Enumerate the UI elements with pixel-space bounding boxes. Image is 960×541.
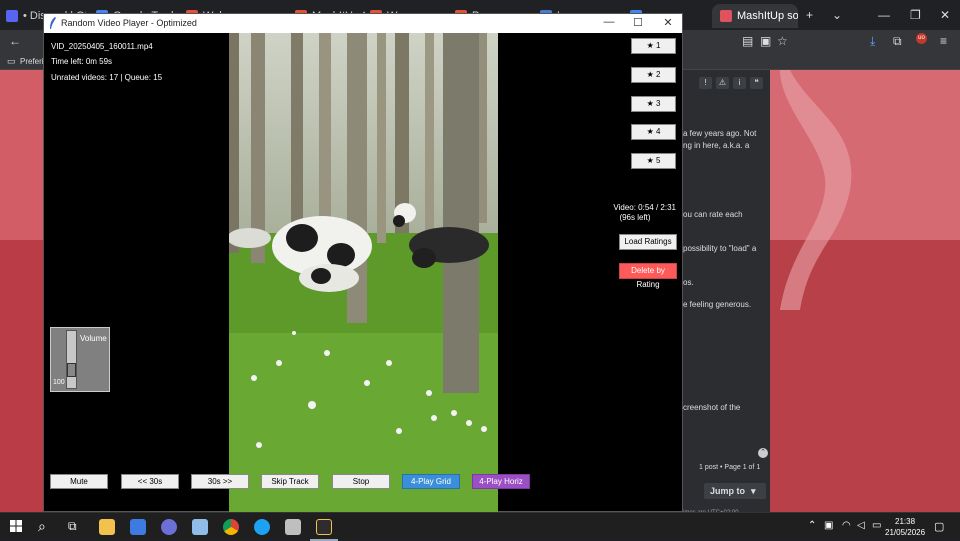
forum-text-line: possibility to "load" a: [683, 244, 757, 253]
volume-value: 100: [53, 379, 65, 386]
volume-label: Volume: [80, 334, 107, 343]
quote-icon[interactable]: ❝: [750, 77, 763, 89]
bookmark-star-icon[interactable]: ☆: [777, 34, 788, 48]
window-title: Random Video Player - Optimized: [61, 18, 197, 28]
chevron-down-icon: ▾: [751, 486, 756, 496]
download-icon[interactable]: ⤓: [870, 34, 875, 48]
rewind-30s-button[interactable]: << 30s: [121, 474, 179, 489]
chrome-icon[interactable]: [223, 519, 239, 535]
folder-icon: ▭: [7, 56, 16, 66]
python-app-icon[interactable]: [316, 519, 332, 535]
rate-3-button[interactable]: ★ 3: [631, 96, 676, 112]
pagination: 1 post • Page 1 of 1: [699, 464, 761, 471]
clock-time[interactable]: 21:38: [895, 517, 915, 526]
video-progress: Video: 0:54 / 2:31: [613, 203, 676, 212]
web-page-left-edge: [0, 70, 43, 512]
volume-panel: Volume 100: [50, 327, 110, 392]
forum-content: ! ⚠ i ❝ a few years ago. Not ng in here,…: [673, 70, 770, 516]
windows-taskbar: ⌕ ⧉ ⌃ ▣ ◠ ◁ ▭ 21:38 21/05/2026 ▢: [0, 512, 960, 541]
rate-4-button[interactable]: ★ 4: [631, 124, 676, 140]
media-player-icon[interactable]: [130, 519, 146, 535]
battery-icon[interactable]: ▭: [872, 520, 881, 531]
tab-search-icon[interactable]: ⌄: [832, 8, 842, 22]
screenshot-icon[interactable]: ▣: [760, 34, 771, 48]
mute-button[interactable]: Mute: [50, 474, 108, 489]
rate-2-button[interactable]: ★ 2: [631, 67, 676, 83]
forum-text-line: creenshot of the: [683, 403, 741, 412]
volume-slider-thumb[interactable]: [67, 363, 76, 377]
file-explorer-icon[interactable]: [99, 519, 115, 535]
search-icon[interactable]: ⌕: [38, 518, 46, 535]
rate-5-button[interactable]: ★ 5: [631, 153, 676, 169]
warn-icon[interactable]: ⚠: [716, 77, 729, 89]
forum-text-line: a few years ago. Not: [683, 129, 757, 138]
forward-30s-button[interactable]: 30s >>: [191, 474, 249, 489]
scroll-up-icon[interactable]: ⌃: [758, 448, 768, 458]
clock-date[interactable]: 21/05/2026: [885, 528, 925, 537]
video-player-window: Random Video Player - Optimized — ☐ ✕ VI…: [43, 13, 683, 513]
minimize-icon[interactable]: —: [600, 16, 618, 28]
maximize-icon[interactable]: ☐: [629, 16, 647, 29]
notification-icon[interactable]: ▢: [934, 520, 944, 533]
file-name: VID_20250405_160011.mp4: [51, 42, 153, 51]
forum-text-line: os.: [683, 278, 694, 287]
report-icon[interactable]: !: [699, 77, 712, 89]
decorative-figure: [780, 70, 852, 310]
app-icon[interactable]: [254, 519, 270, 535]
app-icon[interactable]: [285, 519, 301, 535]
menu-icon[interactable]: ≡: [940, 34, 947, 48]
stop-button[interactable]: Stop: [332, 474, 390, 489]
video-time-left: (96s left): [619, 213, 651, 222]
four-play-grid-button[interactable]: 4-Play Grid: [402, 474, 460, 489]
app-icon[interactable]: [161, 519, 177, 535]
close-icon[interactable]: ✕: [659, 16, 677, 29]
info-icon[interactable]: i: [733, 77, 746, 89]
back-icon[interactable]: ←: [9, 34, 21, 48]
load-ratings-button[interactable]: Load Ratings: [619, 234, 677, 250]
forum-text-line: ng in here, a.k.a. a: [683, 141, 750, 150]
skip-track-button[interactable]: Skip Track: [261, 474, 319, 489]
wifi-icon[interactable]: ◠: [842, 520, 851, 531]
ublock-icon[interactable]: uo: [916, 33, 927, 44]
forum-text-line: ou can rate each: [683, 210, 743, 219]
rate-1-button[interactable]: ★ 1: [631, 38, 676, 54]
feather-icon: [49, 17, 56, 29]
queue-info: Unrated videos: 17 | Queue: 15: [51, 73, 163, 82]
windows-start-icon[interactable]: [10, 520, 22, 532]
forum-text-line: e feeling generous.: [683, 300, 752, 309]
extensions-icon[interactable]: ⧉: [893, 34, 902, 48]
delete-by-rating-button[interactable]: Delete by Rating: [619, 263, 677, 289]
restore-icon[interactable]: ❐: [910, 8, 921, 22]
close-window-icon[interactable]: ✕: [940, 8, 950, 22]
jump-to-dropdown[interactable]: Jump to ▾: [704, 483, 766, 499]
window-titlebar: Random Video Player - Optimized — ☐ ✕: [44, 14, 682, 33]
web-page-right-panel: [770, 70, 960, 512]
tray-icon[interactable]: ▣: [824, 520, 833, 531]
task-view-icon[interactable]: ⧉: [68, 519, 77, 534]
new-tab-icon[interactable]: +: [806, 8, 813, 22]
volume-slider[interactable]: [66, 330, 77, 389]
tab-mashitup-active[interactable]: MashItUp softw ✕: [712, 4, 798, 28]
notepad-icon[interactable]: [192, 519, 208, 535]
video-image: [229, 33, 498, 513]
video-frame[interactable]: [229, 33, 498, 513]
reader-mode-icon[interactable]: ▤: [742, 34, 753, 48]
chevron-up-icon[interactable]: ⌃: [808, 520, 816, 531]
speaker-icon[interactable]: ◁: [857, 520, 865, 531]
four-play-horiz-button[interactable]: 4-Play Horiz: [472, 474, 530, 489]
time-left: Time left: 0m 59s: [51, 57, 113, 66]
minimize-icon[interactable]: —: [878, 8, 890, 22]
discord-icon: [6, 10, 18, 22]
mashitup-icon: [720, 10, 732, 22]
